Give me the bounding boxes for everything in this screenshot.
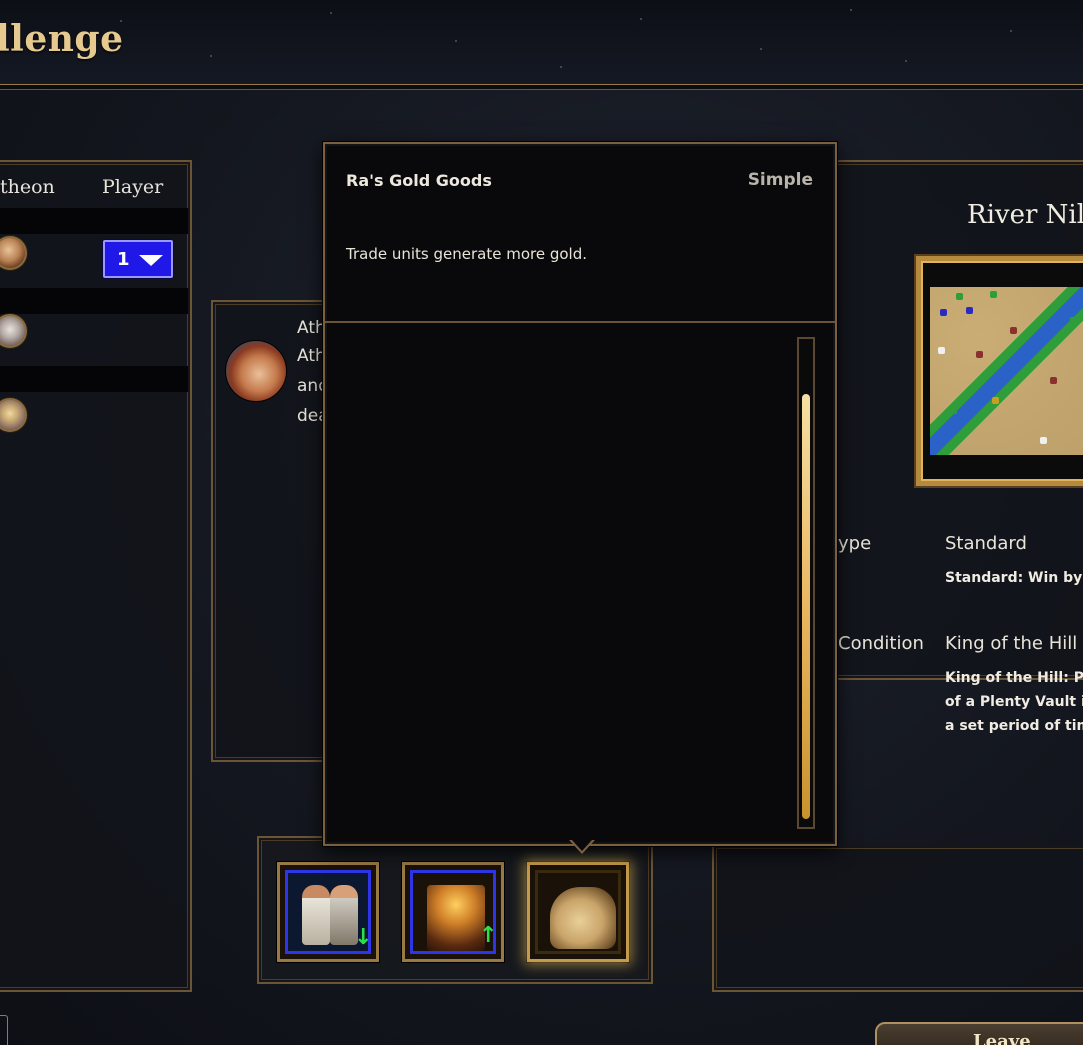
pantheon-column-header: theon: [0, 176, 55, 198]
row-separator: [0, 208, 188, 234]
game-type-label: ype: [838, 533, 872, 554]
top-bar: llenge: [0, 0, 1083, 86]
lower-right-panel: [712, 846, 1083, 992]
civ-info-panel: Ath Ath and dea: [211, 300, 331, 762]
player-row-2[interactable]: [0, 314, 188, 368]
blessing-option-2[interactable]: ↑: [402, 862, 504, 962]
player-row-3[interactable]: [0, 394, 188, 446]
tooltip-scrollbar[interactable]: [797, 337, 815, 829]
tooltip-blessing-name: Ra's Gold Goods: [346, 171, 492, 190]
victory-condition-value: King of the Hill: [945, 633, 1078, 654]
player-number-dropdown[interactable]: 1: [103, 240, 173, 278]
victory-condition-description: King of the Hill: Pl: [945, 670, 1083, 686]
players-panel: theon Player: [0, 160, 192, 992]
row-separator: [0, 366, 188, 392]
pantheon-portrait-icon[interactable]: [0, 236, 27, 270]
row-separator: [0, 288, 188, 314]
page-title: llenge: [0, 18, 124, 60]
tooltip-pointer-inner: [572, 840, 592, 851]
camel-icon: [535, 870, 621, 954]
leave-button[interactable]: Leave: [875, 1022, 1083, 1045]
victory-condition-description: of a Plenty Vault i: [945, 694, 1083, 710]
villagers-down-icon: ↓: [285, 870, 372, 954]
pantheon-portrait-icon[interactable]: [0, 398, 27, 432]
leave-button-label: Leave: [973, 1031, 1031, 1045]
back-button-edge[interactable]: [0, 1015, 8, 1045]
tools-up-icon: ↑: [410, 870, 497, 954]
god-portrait-icon: [225, 340, 287, 402]
victory-condition-description: a set period of tim: [945, 718, 1083, 734]
tooltip-description: Trade units generate more gold.: [346, 245, 587, 263]
blessing-option-3[interactable]: [527, 862, 629, 962]
map-name: River Nil: [967, 200, 1083, 230]
chevron-down-icon: [139, 255, 163, 266]
map-preview-image: [930, 287, 1083, 455]
victory-condition-label: Condition: [838, 633, 924, 654]
blessing-tooltip: Ra's Gold Goods Simple Trade units gener…: [323, 142, 837, 846]
game-type-description: Standard: Win by: [945, 570, 1083, 586]
pantheon-portrait-icon[interactable]: [0, 314, 27, 348]
tooltip-blessing-type: Simple: [747, 170, 813, 190]
tooltip-divider: [325, 321, 835, 323]
player-column-header: Player: [102, 176, 164, 198]
player-number-value: 1: [117, 249, 130, 270]
scrollbar-thumb[interactable]: [802, 394, 810, 819]
blessing-option-1[interactable]: ↓: [277, 862, 379, 962]
header-divider: [0, 84, 1083, 90]
game-type-value: Standard: [945, 533, 1027, 554]
